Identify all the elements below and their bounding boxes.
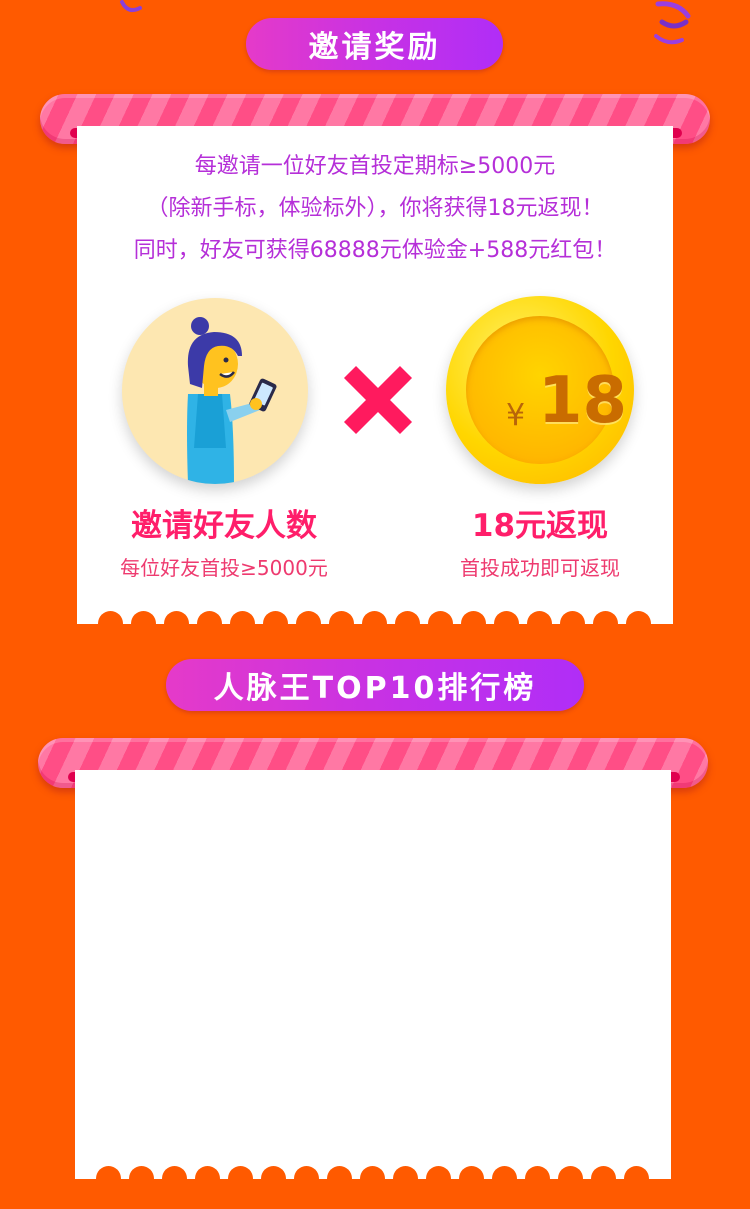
invite-friend-illustration	[122, 298, 308, 484]
confetti-right-decoration	[654, 1, 691, 45]
card-scallop-edge	[98, 611, 651, 636]
cashback-title: 18元返现	[471, 508, 609, 544]
ranking-card	[75, 770, 671, 1179]
gold-coin-icon: ¥ 18	[446, 296, 634, 484]
invite-rule-line-2: （除新手标，体验标外），你将获得18元返现！	[146, 196, 604, 221]
card-scallop-edge	[96, 1166, 649, 1191]
invite-reward-title-text: 邀请奖励	[308, 30, 441, 65]
coin-value: 18	[538, 364, 628, 438]
cashback-subtitle: 首投成功即可返现	[460, 556, 620, 580]
person-with-phone-icon	[187, 317, 277, 484]
invite-count-title: 邀请好友人数	[131, 508, 317, 544]
ranking-title-text: 人脉王TOP10排行榜	[213, 671, 537, 706]
ranking-title: 人脉王TOP10排行榜	[166, 659, 584, 711]
invite-count-subtitle: 每位好友首投≥5000元	[120, 556, 328, 580]
coin-face: ¥ 18	[466, 316, 627, 464]
coin-yen-symbol: ¥	[506, 398, 526, 433]
invite-reward-title: 邀请奖励	[246, 18, 503, 70]
invite-rule-line-3: 同时，好友可获得68888元体验金+588元红包！	[133, 238, 617, 263]
invite-rules: 每邀请一位好友首投定期标≥5000元 （除新手标，体验标外），你将获得18元返现…	[77, 146, 673, 272]
confetti-left-decoration	[120, 0, 142, 12]
invite-rule-line-1: 每邀请一位好友首投定期标≥5000元	[194, 154, 556, 179]
multiply-icon	[343, 365, 413, 435]
